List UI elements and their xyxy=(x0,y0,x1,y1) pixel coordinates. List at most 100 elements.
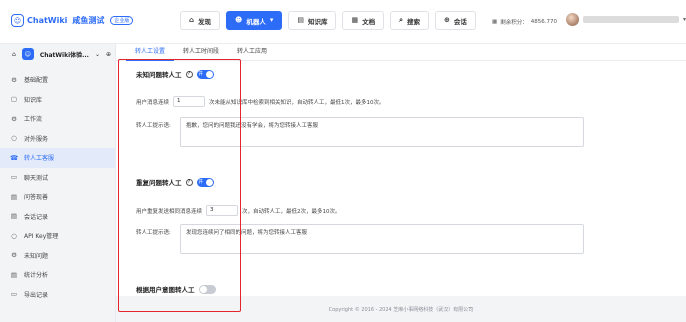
sidebar-item-chat-test[interactable]: ▭ 聊天测试 xyxy=(0,168,115,188)
sidebar-item-human-handoff[interactable]: ☎ 转人工客服 xyxy=(0,148,115,168)
prompt-label: 转人工提示语: xyxy=(136,230,171,236)
key-icon: ○ xyxy=(11,231,17,240)
user-name-redacted xyxy=(583,16,679,23)
sidebar-item-label: API Key管理 xyxy=(24,233,59,241)
question-icon: ⚙ xyxy=(11,251,17,260)
toggle-text: 开 xyxy=(198,180,204,185)
user-menu[interactable]: ▾ xyxy=(566,13,686,26)
chevron-down-icon: ▾ xyxy=(269,16,274,24)
settings-content: 未知问题转人工 ? 开 用户消息连续 1 次未能从知识库中检索到相关知识，自动转… xyxy=(116,61,686,296)
nav-label: 发现 xyxy=(198,17,212,26)
home-icon[interactable]: ⌂ xyxy=(12,51,16,58)
section-title-text: 重复问题转人工 xyxy=(136,179,182,187)
chevron-down-icon: ⌄ xyxy=(94,50,100,58)
unknown-question-prompt-textarea[interactable]: 抱歉，您问的问题我还没有学会，将为您转接人工客服 xyxy=(180,117,584,147)
chart-icon: ▤ xyxy=(10,270,18,279)
sidebar-item-label: 未知问题 xyxy=(24,252,49,260)
avatar xyxy=(566,13,579,26)
export-icon: ▭ xyxy=(10,290,18,299)
row-suffix: 次未能从知识库中检索到相关知识，自动转人工，最低1次，最多10次。 xyxy=(209,99,385,106)
prompt-label: 转人工提示语: xyxy=(136,123,171,129)
version-badge: 企业版 xyxy=(110,16,134,25)
sidebar-item-label: 聊天测试 xyxy=(24,174,49,182)
sidebar-item-unknown-questions[interactable]: ⚙ 未知问题 xyxy=(0,246,115,266)
unknown-question-section-title: 未知问题转人工 ? 开 xyxy=(136,69,214,79)
book-icon: ▢ xyxy=(10,95,18,104)
records-icon: ▤ xyxy=(10,212,18,221)
help-icon[interactable]: ? xyxy=(185,70,193,78)
nav-label: 搜索 xyxy=(407,17,421,26)
nav-discover[interactable]: ⌂ 发现 xyxy=(180,11,221,30)
logo-text: ChatWiki xyxy=(27,16,68,25)
sidebar-item-statistics[interactable]: ▤ 统计分析 xyxy=(0,265,115,285)
repeat-question-threshold-row: 用户重复发送相同消息连续 3 次，自动转人工，最低2次，最多10次。 xyxy=(136,205,341,216)
nav-chat[interactable]: ⊕ 会话 xyxy=(435,11,476,30)
sidebar-item-basic-config[interactable]: ⚙ 基础配置 xyxy=(0,70,115,90)
sidebar-item-api-key[interactable]: ○ API Key管理 xyxy=(0,226,115,246)
tab-handoff-apps[interactable]: 转人工应用 xyxy=(228,44,276,61)
row-prefix: 用户消息连续 xyxy=(136,99,170,106)
logo[interactable]: ☺ ChatWiki 咸鱼测试 企业版 xyxy=(11,14,134,27)
section-title-text: 根据用户意图转人工 xyxy=(136,286,195,294)
sidebar-item-label: 基础配置 xyxy=(24,77,49,85)
unknown-question-count-input[interactable]: 1 xyxy=(173,96,206,107)
nav-label: 会话 xyxy=(453,17,467,26)
sidebar-menu: ⚙ 基础配置 ▢ 知识库 ⚙ 工作流 ○ 对外服务 ☎ 转人工客服 ▭ 聊天测试 ▤ 问答现善… xyxy=(0,70,115,304)
repeat-question-toggle[interactable]: 开 xyxy=(196,177,214,187)
chat-icon: ⊕ xyxy=(444,16,450,24)
robot-name: ChatWiki体验... xyxy=(39,51,89,59)
tab-handoff-settings[interactable]: 转人工设置 xyxy=(126,44,175,61)
book-icon: ▤ xyxy=(297,16,304,24)
intent-handoff-toggle[interactable] xyxy=(198,284,216,294)
sidebar-item-export-records[interactable]: ▭ 导出记录 xyxy=(0,285,115,305)
main-nav: ⌂ 发现 ☻ 机器人 ▾ ▤ 知识库 ▦ 文档 ⌕ 搜索 ⊕ 会话 xyxy=(180,11,476,30)
repeat-question-count-input[interactable]: 3 xyxy=(206,205,239,216)
sidebar-item-label: 导出记录 xyxy=(24,291,49,299)
settings-tabs: 转人工设置 转人工时间段 转人工应用 xyxy=(116,44,686,61)
robot-icon: ☻ xyxy=(235,16,243,24)
footer-copyright: Copyright © 2016 - 2024 芝麻小事网络科技（武汉）有限公司 xyxy=(328,307,474,313)
credits: ▦ 剩余积分： 4856.770 xyxy=(492,18,557,26)
credits-label: 剩余积分： xyxy=(500,20,528,26)
sidebar: ⌂ ☺ ChatWiki体验... ⌄ ⊕ ⚙ 基础配置 ▢ 知识库 ⚙ 工作流 ○ 对… xyxy=(0,44,116,322)
top-bar: ☺ ChatWiki 咸鱼测试 企业版 ⌂ 发现 ☻ 机器人 ▾ ▤ 知识库 ▦… xyxy=(0,0,686,44)
nav-documents[interactable]: ▦ 文档 xyxy=(342,11,385,30)
document-icon: ▦ xyxy=(351,16,359,24)
sidebar-item-label: 对外服务 xyxy=(24,135,49,143)
chatwiki-logo-icon: ☺ xyxy=(11,14,24,27)
sidebar-item-label: 会话记录 xyxy=(24,213,49,221)
home-icon: ⌂ xyxy=(189,16,195,24)
credits-icon: ▦ xyxy=(492,19,498,25)
nav-robot[interactable]: ☻ 机器人 ▾ xyxy=(226,11,283,30)
sidebar-item-session-records[interactable]: ▤ 会话记录 xyxy=(0,207,115,227)
repeat-question-section-title: 重复问题转人工 ? 开 xyxy=(136,177,214,187)
nav-label: 文档 xyxy=(362,17,376,26)
sidebar-item-label: 问答现善 xyxy=(24,194,49,202)
nav-knowledge-base[interactable]: ▤ 知识库 xyxy=(288,11,337,30)
chat-icon: ▭ xyxy=(10,173,18,182)
robot-avatar: ☺ xyxy=(21,48,34,60)
workflow-icon: ⚙ xyxy=(11,114,17,123)
list-icon: ▤ xyxy=(10,192,18,201)
sidebar-item-qa-improve[interactable]: ▤ 问答现善 xyxy=(0,187,115,207)
credits-value: 4856.770 xyxy=(530,19,557,25)
sidebar-item-label: 工作流 xyxy=(24,116,43,124)
sidebar-item-label: 知识库 xyxy=(24,96,43,104)
sidebar-item-knowledge[interactable]: ▢ 知识库 xyxy=(0,90,115,110)
toggle-text: 开 xyxy=(198,72,204,77)
row-prefix: 用户重复发送相同消息连续 xyxy=(136,208,203,215)
help-icon[interactable]: ? xyxy=(185,178,193,186)
sidebar-item-external-service[interactable]: ○ 对外服务 xyxy=(0,129,115,149)
sidebar-item-label: 统计分析 xyxy=(24,272,49,280)
sidebar-item-workflow[interactable]: ⚙ 工作流 xyxy=(0,109,115,129)
nav-search[interactable]: ⌕ 搜索 xyxy=(390,11,430,30)
headset-icon: ☎ xyxy=(10,153,19,162)
robot-selector[interactable]: ⌂ ☺ ChatWiki体验... ⌄ ⊕ xyxy=(0,44,115,64)
add-circle-icon[interactable]: ⊕ xyxy=(106,51,111,58)
section-title-text: 未知问题转人工 xyxy=(136,71,182,79)
tab-handoff-time[interactable]: 转人工时间段 xyxy=(174,44,228,61)
search-icon: ⌕ xyxy=(399,16,404,24)
gear-icon: ⚙ xyxy=(11,75,17,84)
unknown-question-toggle[interactable]: 开 xyxy=(196,69,214,79)
repeat-question-prompt-textarea[interactable]: 发现您连续问了相同的问题，将为您转接人工客服 xyxy=(180,224,584,254)
